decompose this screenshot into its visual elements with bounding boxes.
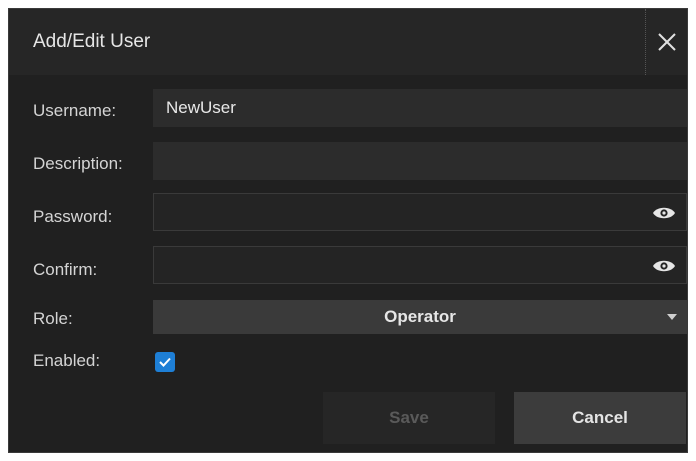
checkmark-icon bbox=[159, 357, 171, 367]
confirm-field[interactable] bbox=[153, 246, 687, 284]
eye-icon[interactable] bbox=[652, 258, 676, 274]
close-icon bbox=[658, 33, 676, 51]
username-label: Username: bbox=[33, 101, 117, 120]
dialog-titlebar: Add/Edit User bbox=[9, 9, 687, 75]
description-label: Description: bbox=[33, 154, 123, 173]
chevron-down-icon bbox=[667, 314, 677, 320]
role-select-value: Operator bbox=[384, 307, 456, 326]
username-field[interactable] bbox=[153, 89, 687, 127]
cancel-button[interactable]: Cancel bbox=[514, 392, 686, 444]
password-label: Password: bbox=[33, 207, 113, 226]
dialog-title: Add/Edit User bbox=[33, 31, 151, 52]
save-button[interactable]: Save bbox=[323, 392, 495, 444]
role-select[interactable]: Operator bbox=[153, 300, 687, 334]
close-button[interactable] bbox=[645, 9, 687, 75]
password-field[interactable] bbox=[153, 193, 687, 231]
confirm-label: Confirm: bbox=[33, 260, 98, 279]
enabled-label: Enabled: bbox=[33, 351, 101, 370]
enabled-checkbox[interactable] bbox=[155, 352, 175, 372]
add-edit-user-dialog: Add/Edit User Username: Description: Pas… bbox=[8, 8, 688, 453]
description-field[interactable] bbox=[153, 142, 687, 180]
eye-icon[interactable] bbox=[652, 205, 676, 221]
role-label: Role: bbox=[33, 309, 73, 328]
